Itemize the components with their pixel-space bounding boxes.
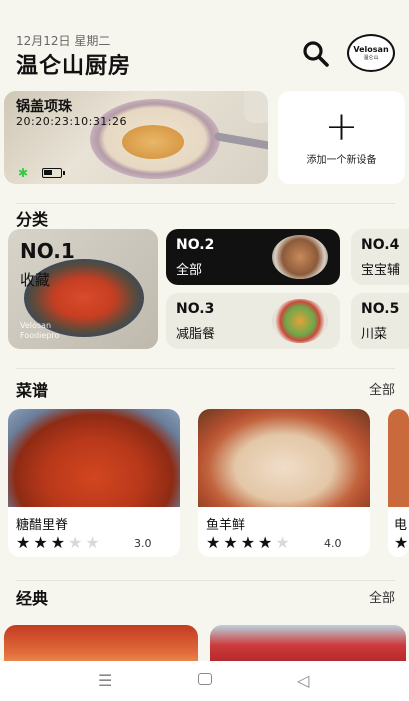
category-favorites[interactable]: NO.1 收藏 Velosan Foodiepro — [8, 229, 158, 349]
category-label: 宝宝辅 — [361, 263, 401, 278]
section-title-classic: 经典 — [16, 589, 49, 608]
category-label: 收藏 — [20, 271, 51, 289]
recipe-image — [8, 409, 180, 507]
star-icon: ★ — [394, 533, 409, 552]
classic-see-all-link[interactable]: 全部 — [369, 587, 395, 606]
recipe-image — [198, 409, 370, 507]
star-filled-icon: ★ — [223, 533, 241, 552]
category-number: NO.4 — [361, 237, 400, 253]
pancake-image — [122, 125, 184, 159]
star-filled-icon: ★ — [16, 533, 34, 552]
category-label: 减脂餐 — [176, 327, 216, 342]
recipe-image — [388, 409, 409, 507]
star-empty-icon: ★ — [275, 533, 293, 552]
bluetooth-icon: ✱ — [18, 166, 29, 180]
rating-score: 4.0 — [324, 537, 342, 550]
star-filled-icon: ★ — [50, 533, 69, 552]
star-filled-icon: ★ — [258, 533, 276, 552]
cup-image — [244, 91, 268, 123]
category-baby-food[interactable]: NO.4 宝宝辅 — [351, 229, 409, 285]
recipe-name: 糖醋里脊 — [16, 518, 69, 533]
star-filled-icon: ★ — [206, 533, 224, 552]
recipe-card[interactable]: 电 ★ — [388, 409, 409, 557]
recipes-see-all-link[interactable]: 全部 — [369, 379, 395, 398]
add-device-label: 添加一个新设备 — [306, 155, 377, 166]
category-sichuan[interactable]: NO.5 川菜 — [351, 293, 409, 349]
recipe-name: 电 — [394, 518, 408, 533]
category-label: 全部 — [176, 263, 203, 278]
star-filled-icon: ★ — [33, 533, 51, 552]
add-device-button[interactable]: + 添加一个新设备 — [278, 91, 405, 184]
category-all[interactable]: NO.2 全部 — [166, 229, 340, 285]
rating-score: 3.0 — [134, 537, 152, 550]
date-label: 12月12日 星期二 — [16, 34, 111, 48]
recipe-name: 鱼羊鲜 — [206, 518, 246, 533]
star-empty-icon: ★ — [68, 533, 86, 552]
section-title-categories: 分类 — [16, 210, 49, 229]
divider — [16, 203, 395, 204]
device-name: 锅盖项珠 — [16, 99, 72, 115]
recipe-card[interactable]: 糖醋里脊 ★★★★★ 3.0 — [8, 409, 180, 557]
device-time: 20:20:23:10:31:26 — [16, 115, 128, 128]
pan-handle-image — [213, 132, 268, 150]
avatar-brand: Velosan — [353, 45, 389, 54]
recipe-card[interactable]: 鱼羊鲜 ★★★★★ 4.0 — [198, 409, 370, 557]
category-label: 川菜 — [361, 327, 388, 342]
dish-thumb — [272, 235, 328, 279]
category-number: NO.2 — [176, 237, 215, 253]
dish-thumb — [272, 299, 328, 343]
plus-icon: + — [324, 104, 359, 150]
search-icon[interactable] — [300, 38, 332, 70]
back-icon[interactable]: ◁ — [297, 671, 309, 690]
divider — [16, 580, 395, 581]
rating-stars: ★★★★★ — [206, 533, 293, 552]
category-number: NO.5 — [361, 301, 400, 317]
divider — [16, 368, 395, 369]
category-number: NO.1 — [20, 239, 75, 263]
page-title: 温仑山厨房 — [16, 54, 132, 79]
home-icon[interactable] — [198, 673, 212, 685]
star-empty-icon: ★ — [85, 533, 103, 552]
battery-fill — [44, 170, 52, 175]
avatar[interactable]: Velosan 温仑山 — [347, 34, 395, 72]
section-title-recipes: 菜谱 — [16, 381, 49, 400]
menu-icon[interactable]: ☰ — [98, 671, 112, 690]
avatar-sub: 温仑山 — [363, 55, 379, 61]
category-diet[interactable]: NO.3 减脂餐 — [166, 293, 340, 349]
star-filled-icon: ★ — [240, 533, 259, 552]
battery-icon — [42, 168, 65, 178]
rating-stars: ★★★★★ — [16, 533, 103, 552]
brand-watermark: Velosan Foodiepro — [20, 321, 60, 340]
category-number: NO.3 — [176, 301, 215, 317]
system-nav-bar: ☰ ◁ — [0, 661, 409, 701]
